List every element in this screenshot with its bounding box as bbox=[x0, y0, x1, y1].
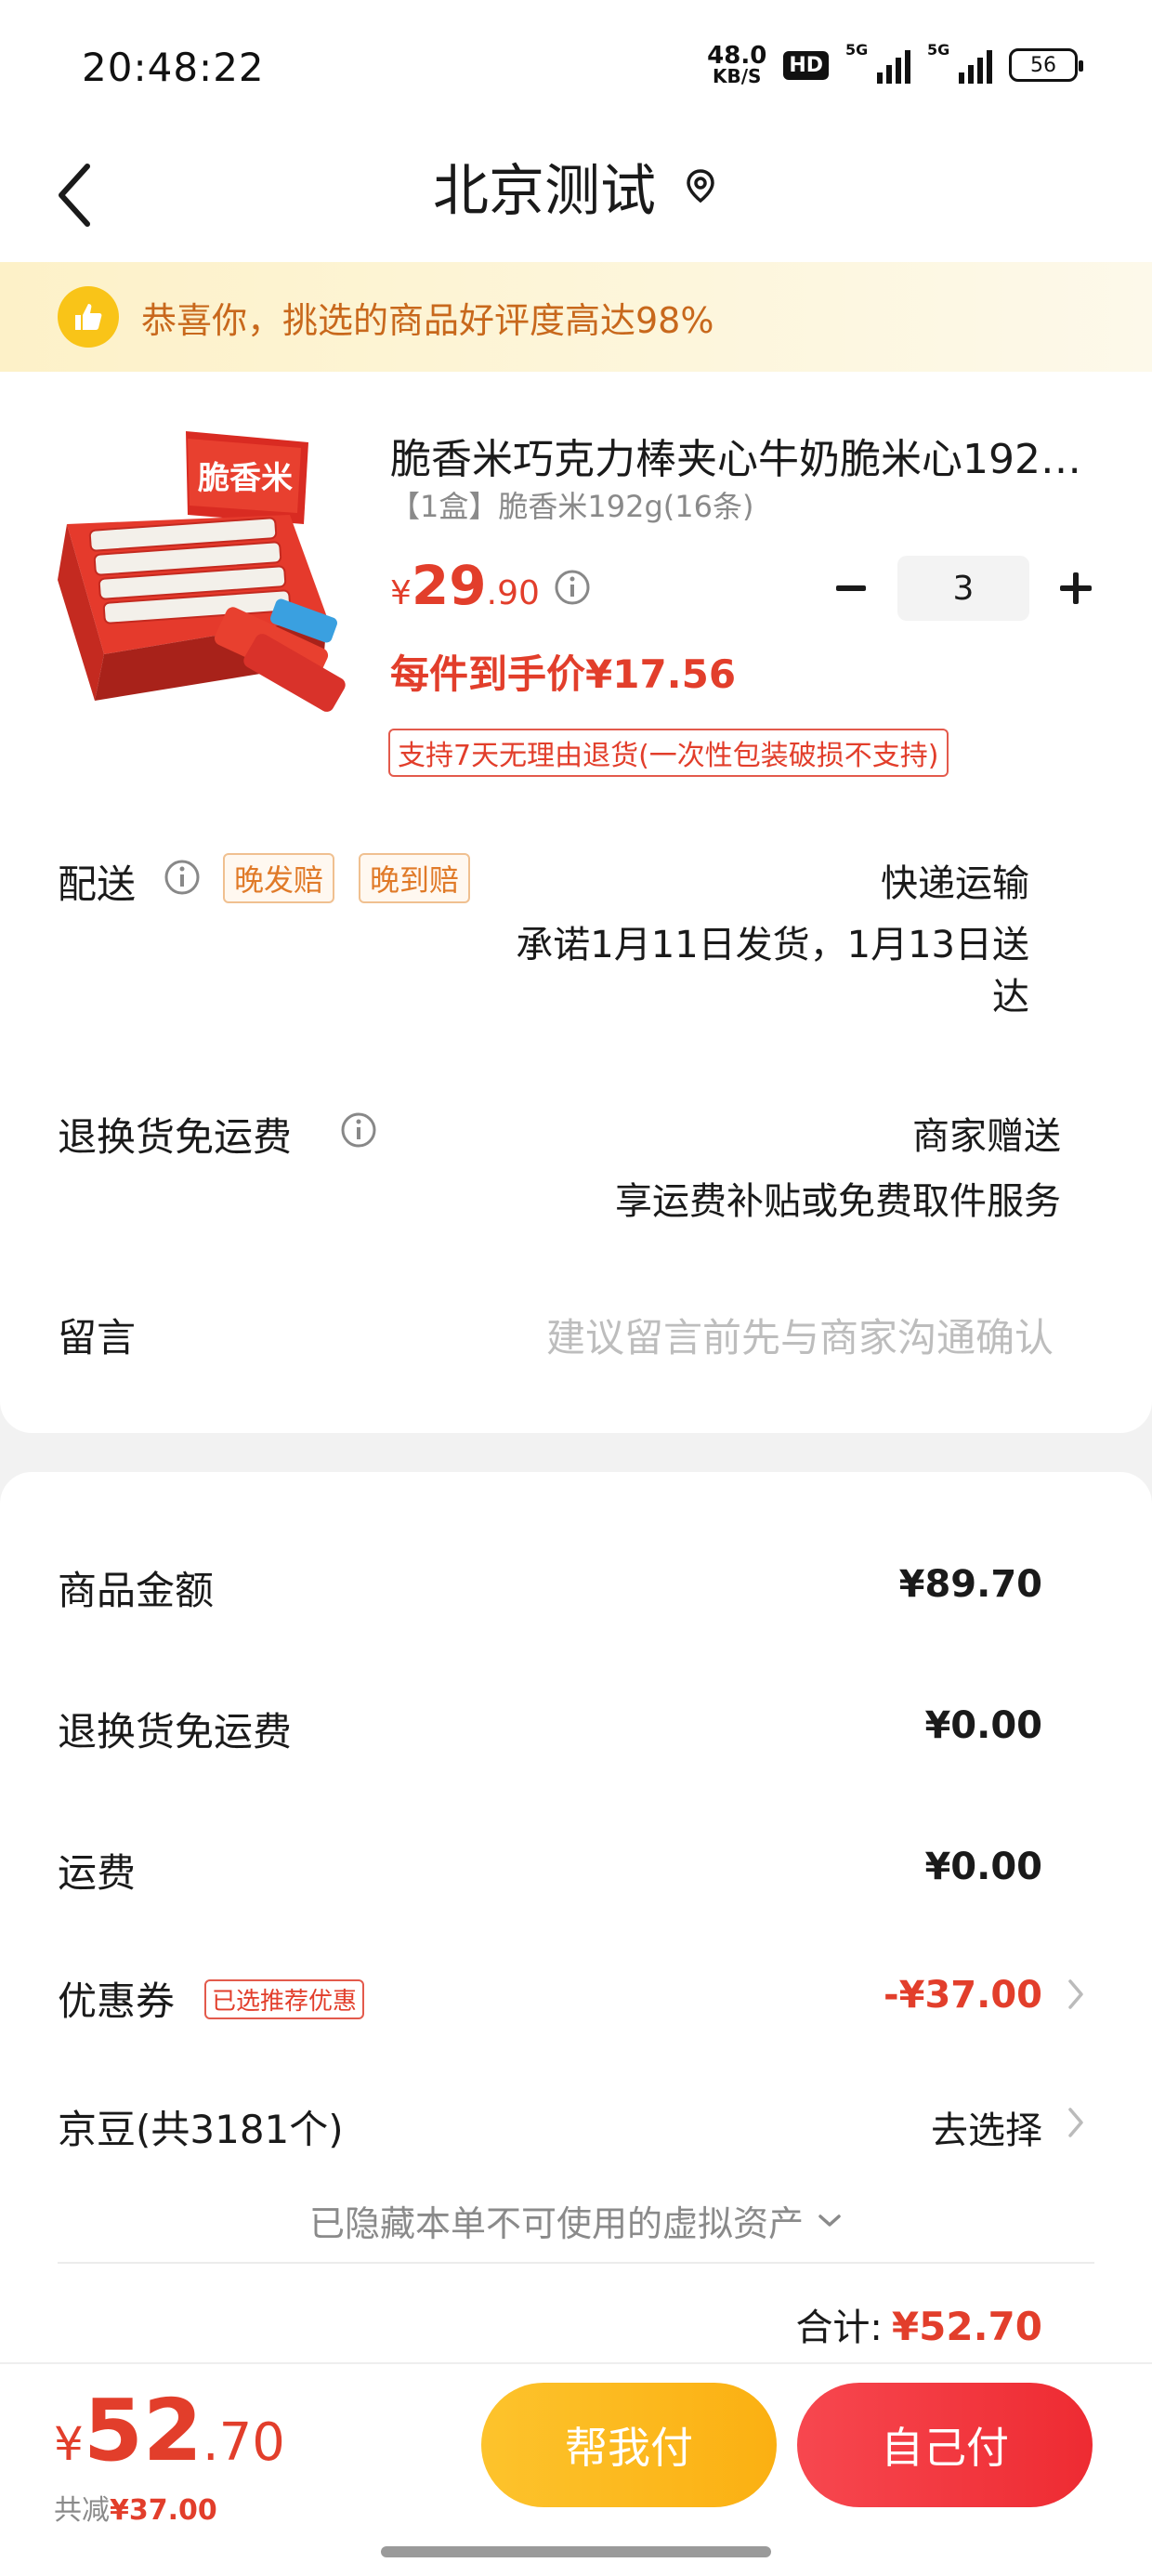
coupon-label[interactable]: 优惠券 bbox=[58, 1970, 175, 2027]
product-image[interactable]: 脆香米 bbox=[48, 422, 355, 719]
page-title: 北京测试 bbox=[433, 158, 656, 224]
late-arrival-compensation-tag: 晚到赔 bbox=[359, 853, 471, 903]
network-speed-unit: KB/S bbox=[713, 65, 762, 87]
shipping-value: ¥0.00 bbox=[924, 1846, 1042, 1888]
order-item-card: 脆香米 脆香米巧克力棒夹心牛奶脆米心192g整盒 【1盒】脆香米192g(16条… bbox=[0, 372, 1152, 1433]
network-speed: 48.0 KB/S bbox=[707, 42, 767, 87]
battery-level: 56 bbox=[1030, 53, 1056, 77]
total-value: ¥52.70 bbox=[891, 2304, 1042, 2349]
return-shipping-info-icon[interactable] bbox=[340, 1111, 377, 1149]
price-currency: ¥ bbox=[390, 574, 412, 612]
sim2-label: 5G bbox=[927, 41, 950, 59]
total-line: 合计: ¥52.70 bbox=[795, 2297, 1042, 2351]
banner-text: 恭喜你，挑选的商品好评度高达98% bbox=[141, 299, 714, 341]
hidden-assets-toggle[interactable]: 已隐藏本单不可使用的虚拟资产 bbox=[0, 2195, 1152, 2246]
price-info-icon[interactable] bbox=[554, 569, 591, 606]
return-shipping-value: 商家赠送 bbox=[912, 1115, 1061, 1158]
product-title[interactable]: 脆香米巧克力棒夹心牛奶脆米心192g整盒 bbox=[390, 426, 1096, 485]
pay-total-currency: ¥ bbox=[54, 2417, 84, 2471]
location-icon bbox=[682, 167, 719, 204]
header: 北京测试 bbox=[0, 139, 1152, 262]
late-ship-compensation-tag: 晚发赔 bbox=[223, 853, 335, 903]
jd-beans-select[interactable]: 去选择 bbox=[931, 2100, 1042, 2154]
unit-price: 每件到手价¥17.56 bbox=[390, 651, 737, 697]
delivery-promise-line1: 承诺1月11日发货，1月13日送 bbox=[516, 924, 1029, 966]
pay-myself-button[interactable]: 自己付 bbox=[797, 2383, 1093, 2507]
signal-icon-sim2: 5G bbox=[927, 41, 992, 84]
total-label: 合计: bbox=[795, 2307, 883, 2349]
status-icons: 48.0 KB/S HD 5G 5G 56 bbox=[707, 41, 1083, 87]
delivery-method[interactable]: 快递运输 bbox=[881, 853, 1029, 907]
coupon-value[interactable]: -¥37.00 bbox=[884, 1974, 1042, 2017]
chevron-right-icon[interactable] bbox=[1065, 1976, 1087, 2013]
divider bbox=[58, 2262, 1094, 2264]
pay-total-decimal: .70 bbox=[202, 2412, 285, 2473]
price-integer: 29 bbox=[411, 554, 487, 617]
product-price: ¥ 29 .90 bbox=[390, 554, 540, 617]
sim1-label: 5G bbox=[845, 41, 869, 59]
quantity-stepper: 3 bbox=[827, 556, 1100, 621]
delivery-promise-line2: 达 bbox=[992, 976, 1029, 1019]
chevron-down-icon bbox=[818, 2214, 841, 2227]
message-input[interactable]: 建议留言前先与商家沟通确认 bbox=[546, 1307, 1054, 1363]
signal-icon-sim1: 5G bbox=[845, 41, 910, 84]
return-policy-tag: 支持7天无理由退货(一次性包装破损不支持) bbox=[388, 729, 949, 777]
thumbs-up-icon bbox=[58, 286, 119, 348]
return-shipping-detail: 享运费补贴或免费取件服务 bbox=[615, 1180, 1061, 1223]
jd-beans-label[interactable]: 京豆(共3181个) bbox=[58, 2098, 344, 2155]
battery-icon: 56 bbox=[1009, 48, 1083, 82]
return-fee-label: 退换货免运费 bbox=[58, 1709, 293, 1755]
return-shipping-label: 退换货免运费 bbox=[58, 1114, 293, 1160]
coupon-recommend-tag: 已选推荐优惠 bbox=[204, 1979, 365, 2019]
praise-banner: 恭喜你，挑选的商品好评度高达98% bbox=[0, 262, 1152, 372]
saved-label: 共减 bbox=[54, 2494, 110, 2527]
message-label: 留言 bbox=[58, 1315, 137, 1360]
help-me-pay-button[interactable]: 帮我付 bbox=[481, 2383, 777, 2507]
product-image-brand: 脆香米 bbox=[198, 460, 293, 497]
chevron-right-icon[interactable] bbox=[1065, 2104, 1087, 2141]
goods-amount-value: ¥89.70 bbox=[898, 1563, 1042, 1606]
delivery-label: 配送 bbox=[58, 861, 137, 907]
price-decimal: .90 bbox=[486, 574, 540, 612]
saved-amount[interactable]: 共减¥37.00 bbox=[54, 2487, 217, 2528]
shipping-label: 运费 bbox=[58, 1850, 137, 1896]
minus-icon bbox=[836, 585, 866, 591]
decrease-button[interactable] bbox=[827, 564, 875, 612]
hidden-assets-text: 已隐藏本单不可使用的虚拟资产 bbox=[308, 2203, 804, 2244]
pay-total-integer: 52 bbox=[83, 2381, 203, 2480]
status-bar: 20:48:22 48.0 KB/S HD 5G 5G 56 bbox=[0, 0, 1152, 139]
pay-total: ¥ 52 .70 bbox=[54, 2381, 285, 2480]
header-title-group[interactable]: 北京测试 bbox=[0, 139, 1152, 232]
plus-icon bbox=[1060, 572, 1092, 604]
hd-icon: HD bbox=[783, 50, 829, 80]
order-summary-card: 商品金额 ¥89.70 退换货免运费 ¥0.00 运费 ¥0.00 优惠券 已选… bbox=[0, 1472, 1152, 2364]
saved-value: ¥37.00 bbox=[110, 2494, 217, 2527]
increase-button[interactable] bbox=[1052, 564, 1100, 612]
checkout-bar: ¥ 52 .70 共减¥37.00 帮我付 自己付 bbox=[0, 2362, 1152, 2576]
quantity-value[interactable]: 3 bbox=[897, 556, 1029, 621]
network-speed-value: 48.0 bbox=[707, 42, 767, 70]
product-spec[interactable]: 【1盒】脆香米192g(16条) bbox=[390, 483, 753, 526]
return-fee-value: ¥0.00 bbox=[924, 1704, 1042, 1747]
home-indicator[interactable] bbox=[381, 2546, 771, 2557]
goods-amount-label: 商品金额 bbox=[58, 1568, 215, 1613]
delivery-info-icon[interactable] bbox=[164, 859, 201, 896]
status-time: 20:48:22 bbox=[82, 45, 265, 90]
